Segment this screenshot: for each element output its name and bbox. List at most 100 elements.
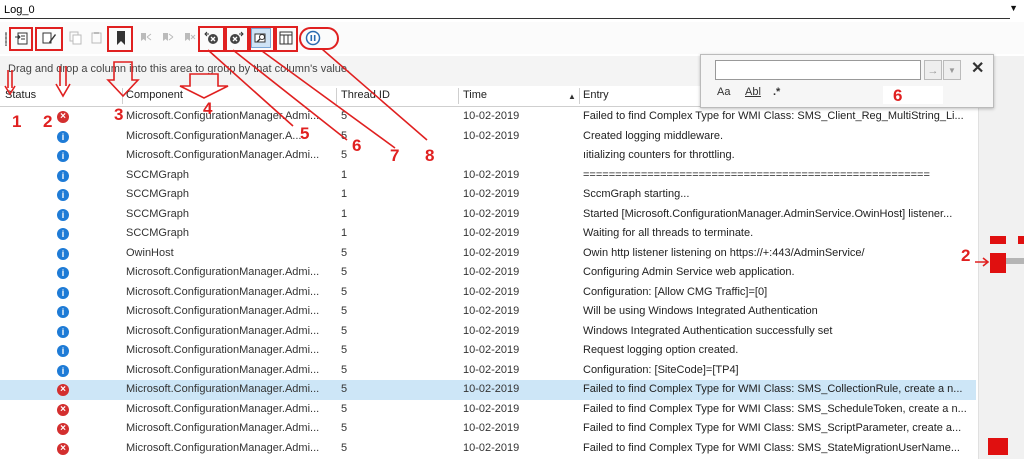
component-cell: SCCMGraph xyxy=(126,168,189,181)
find-panel: → ▼ ✕ Aa Abl .* xyxy=(700,54,994,108)
time-cell: 10-02-2019 xyxy=(463,402,520,415)
table-row[interactable]: i SCCMGraph 1 10-02-2019 Started [Microsoft.… xyxy=(0,205,976,225)
entry-cell: Started [Microsoft.ConfigurationManager.… xyxy=(583,207,953,220)
column-header-thread-id[interactable]: Thread ID xyxy=(341,89,390,101)
find-next-icon[interactable]: → xyxy=(924,60,942,80)
info-status-icon: i xyxy=(57,130,69,143)
time-cell: 10-02-2019 xyxy=(463,441,520,454)
tab-dropdown-icon[interactable]: ▼ xyxy=(1009,3,1018,13)
paste-icon[interactable] xyxy=(87,28,107,48)
column-separator[interactable] xyxy=(458,88,459,104)
annotation-label: 6 xyxy=(352,136,362,155)
time-cell: 10-02-2019 xyxy=(463,207,520,220)
component-cell: Microsoft.ConfigurationManager.Admi... xyxy=(126,285,320,298)
component-cell: SCCMGraph xyxy=(126,188,189,200)
column-separator[interactable] xyxy=(579,88,580,104)
column-separator[interactable] xyxy=(122,88,123,104)
tab-underline xyxy=(0,18,1010,19)
annotation-label: 7 xyxy=(390,146,400,165)
match-case-option[interactable]: Aa xyxy=(717,86,730,98)
table-row[interactable]: i SCCMGraph 1 10-02-2019 ===================… xyxy=(0,166,976,186)
table-row[interactable]: × Microsoft.ConfigurationManager.Admi... 5… xyxy=(0,380,976,400)
annotation-label: 2 xyxy=(961,246,971,265)
thread-id-cell: 5 xyxy=(341,110,348,122)
table-row[interactable]: i Microsoft.ConfigurationManager.Admi... 5… xyxy=(0,263,976,283)
annotation-label: 1 xyxy=(12,112,22,131)
entry-cell: Configuration: [SiteCode]=[TP4] xyxy=(583,363,739,376)
tab-log-0[interactable]: Log_0 xyxy=(4,4,35,16)
entry-cell: Failed to find Complex Type for WMI Clas… xyxy=(583,422,962,434)
table-row[interactable]: i Microsoft.ConfigurationManager.Admi... 5… xyxy=(0,361,976,381)
prev-bookmark-icon[interactable] xyxy=(135,28,155,48)
find-panel-patch xyxy=(883,86,943,104)
find-options-icon[interactable]: ▼ xyxy=(943,60,961,80)
column-header-time[interactable]: Time xyxy=(463,89,487,101)
annotation-box xyxy=(249,26,275,52)
annotation-box xyxy=(35,27,63,51)
table-row[interactable]: i SCCMGraph 1 10-02-2019 Waiting for all thr… xyxy=(0,224,976,244)
toolbar-grip[interactable] xyxy=(5,32,7,46)
entry-cell: Waiting for all threads to terminate. xyxy=(583,227,754,239)
info-status-icon: i xyxy=(57,247,69,260)
error-status-icon: × xyxy=(57,384,69,396)
time-cell: 10-02-2019 xyxy=(463,168,520,181)
time-cell: 10-02-2019 xyxy=(463,363,520,376)
clear-bookmarks-icon[interactable] xyxy=(179,28,199,48)
table-row[interactable]: i Microsoft.ConfigurationManager.Admi... 5… xyxy=(0,322,976,342)
thread-id-cell: 5 xyxy=(341,344,348,356)
column-header-component[interactable]: Component xyxy=(126,89,183,101)
entry-cell: Configuration: [Allow CMG Traffic]=[0] xyxy=(583,285,768,298)
error-status-icon: × xyxy=(57,423,69,435)
time-cell: 10-02-2019 xyxy=(463,344,520,356)
log-rows: × Microsoft.ConfigurationManager.Admi... 5… xyxy=(0,107,976,458)
entry-cell: SccmGraph starting... xyxy=(583,188,690,200)
info-status-icon: i xyxy=(57,306,69,318)
table-row[interactable]: × Microsoft.ConfigurationManager.Admi... 5… xyxy=(0,107,976,127)
error-marker[interactable] xyxy=(1018,236,1024,244)
entry-cell: Configuring Admin Service web applicatio… xyxy=(583,266,795,278)
entry-cell: Created logging middleware. xyxy=(583,129,724,142)
component-cell: Microsoft.ConfigurationManager.Admi... xyxy=(126,344,320,356)
error-marker[interactable] xyxy=(990,253,1006,273)
column-header-status[interactable]: Status xyxy=(5,89,36,101)
column-header-entry[interactable]: Entry xyxy=(583,89,609,101)
table-row[interactable]: i Microsoft.ConfigurationManager.Admi... 5… xyxy=(0,283,976,303)
entry-cell: Failed to find Complex Type for WMI Clas… xyxy=(583,441,960,454)
error-marker[interactable] xyxy=(988,438,1008,455)
table-row[interactable]: × Microsoft.ConfigurationManager.Admi... 5… xyxy=(0,400,976,420)
entry-cell: Failed to find Complex Type for WMI Clas… xyxy=(583,110,964,122)
table-row[interactable]: i OwinHost 5 10-02-2019 Owin http listener l… xyxy=(0,244,976,264)
thread-id-cell: 1 xyxy=(341,168,348,181)
time-cell: 10-02-2019 xyxy=(463,285,520,298)
table-row[interactable]: i Microsoft.ConfigurationManager.Admi... 5… xyxy=(0,146,976,166)
table-row[interactable]: i SCCMGraph 1 10-02-2019 SccmGraph starting.… xyxy=(0,185,976,205)
table-row[interactable]: i Microsoft.ConfigurationManager.Admi... 5… xyxy=(0,341,976,361)
info-status-icon: i xyxy=(57,169,69,182)
regex-option[interactable]: .* xyxy=(773,86,780,98)
next-bookmark-icon[interactable] xyxy=(157,28,177,48)
info-status-icon: i xyxy=(57,325,69,338)
component-cell: OwinHost xyxy=(126,246,174,259)
time-cell: 10-02-2019 xyxy=(463,266,520,278)
find-input[interactable] xyxy=(715,60,921,80)
table-row[interactable]: i Microsoft.ConfigurationManager.Admi... 5… xyxy=(0,302,976,322)
time-cell: 10-02-2019 xyxy=(463,246,520,259)
component-cell: Microsoft.ConfigurationManager.Admi... xyxy=(126,266,320,278)
table-row[interactable]: i Microsoft.ConfigurationManager.A... 5 10-… xyxy=(0,127,976,147)
component-cell: Microsoft.ConfigurationManager.Admi... xyxy=(126,324,320,337)
annotation-box xyxy=(275,26,298,52)
info-status-icon: i xyxy=(57,228,69,240)
thread-id-cell: 5 xyxy=(341,266,348,278)
time-cell: 10-02-2019 xyxy=(463,129,520,142)
whole-word-option[interactable]: Abl xyxy=(745,86,761,98)
column-separator[interactable] xyxy=(336,88,337,104)
component-cell: Microsoft.ConfigurationManager.Admi... xyxy=(126,422,320,434)
table-row[interactable]: × Microsoft.ConfigurationManager.Admi... 5… xyxy=(0,419,976,439)
info-status-icon: i xyxy=(57,189,69,201)
table-row[interactable]: × Microsoft.ConfigurationManager.Admi... 5… xyxy=(0,439,976,459)
error-marker[interactable] xyxy=(990,236,1006,244)
annotation-box xyxy=(9,27,33,51)
group-by-hint: Drag and drop a column into this area to… xyxy=(8,63,351,75)
close-icon[interactable]: ✕ xyxy=(971,58,984,78)
copy-icon[interactable] xyxy=(66,28,86,48)
